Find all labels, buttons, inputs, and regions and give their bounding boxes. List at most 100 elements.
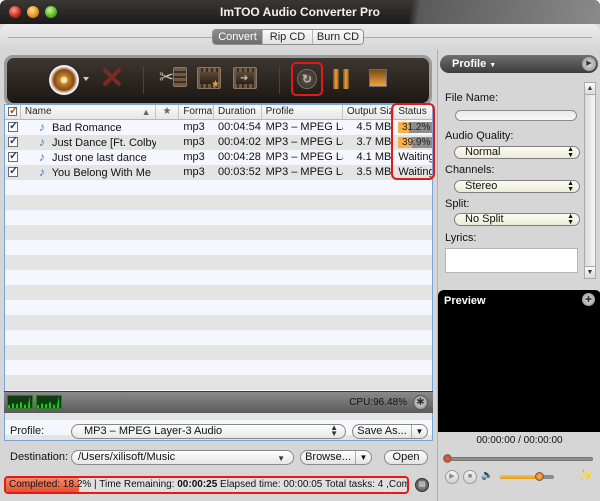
preview-header: Preview — [444, 295, 486, 307]
expand-preview-icon[interactable]: ✚ — [582, 293, 595, 306]
time-remaining: 00:00:25 — [177, 479, 218, 490]
volume-slider[interactable] — [500, 472, 554, 481]
tab-convert[interactable]: Convert — [213, 30, 263, 44]
app-window: ImTOO Audio Converter Pro Convert Rip CD… — [0, 0, 600, 501]
select-all-checkbox[interactable] — [5, 105, 21, 120]
completed-text: Completed: 18.2% — [9, 479, 92, 490]
table-row[interactable]: ♪ Just one last dance mp3 00:04:28 MP3 –… — [5, 150, 432, 165]
pause-button[interactable] — [333, 69, 349, 89]
column-header-output-size[interactable]: Output Size — [343, 105, 395, 120]
log-button[interactable]: ▤ — [415, 478, 429, 492]
column-header-status[interactable]: Status — [394, 105, 432, 120]
effects-button[interactable]: ★ — [197, 67, 221, 90]
log-icon: ▤ — [418, 481, 426, 488]
cpu-usage: CPU:96.48% — [349, 397, 407, 408]
table-row[interactable]: ♪ Bad Romance mp3 00:04:54 MP3 – MPEG La… — [5, 120, 432, 135]
lyrics-label: Lyrics: — [445, 232, 477, 244]
browse-dropdown-icon[interactable]: ▼ — [355, 451, 371, 464]
tools-icon[interactable]: ✱ — [413, 395, 428, 410]
status-progress: 39.9% — [398, 136, 432, 148]
sort-ascending-icon: ▲ — [141, 107, 151, 117]
profile-scrollbar[interactable]: ▲ ▼ — [584, 82, 596, 279]
save-as-button[interactable]: Save As... ▼ — [352, 424, 428, 439]
x-icon: ✕ — [99, 62, 125, 95]
preview-time: 00:00:00 / 00:00:00 — [476, 435, 563, 446]
add-file-button[interactable] — [49, 65, 79, 95]
add-file-dropdown-icon[interactable] — [83, 77, 89, 81]
refresh-convert-icon: ↻ — [297, 69, 317, 89]
pause-icon — [333, 69, 339, 89]
file-name-input[interactable] — [455, 110, 577, 121]
updown-arrows-icon: ▲ ▼ — [567, 180, 574, 193]
save-as-dropdown-icon[interactable]: ▼ — [411, 425, 427, 438]
remove-button[interactable]: ✕ — [99, 62, 125, 95]
side-panel: Profile ▼ ▶ File Name: Audio Quality: No… — [437, 50, 600, 501]
convert-button[interactable]: ↻ — [291, 62, 323, 96]
row-checkbox[interactable] — [8, 135, 18, 149]
updown-arrows-icon: ▲ ▼ — [567, 146, 574, 159]
profile-menu[interactable]: Profile ▼ — [452, 58, 496, 70]
table-header: Name▲ ★ Format Duration Profile Output S… — [5, 105, 432, 120]
split-label: Split: — [445, 198, 470, 210]
channels-label: Channels: — [445, 164, 495, 176]
table-row[interactable]: ♪ You Belong With Me mp3 00:03:52 MP3 – … — [5, 165, 432, 180]
clip-button[interactable]: ✂ — [159, 65, 189, 91]
column-header-format[interactable]: Format — [179, 105, 215, 120]
stop-button[interactable] — [369, 69, 387, 87]
window-title: ImTOO Audio Converter Pro — [219, 5, 381, 19]
tab-rip-cd[interactable]: Rip CD — [263, 30, 313, 44]
cpu-graph — [36, 395, 62, 409]
open-button[interactable]: Open — [384, 450, 428, 465]
split-select[interactable]: No Split ▲ ▼ — [454, 213, 580, 226]
merge-button[interactable]: ➜ — [233, 67, 257, 89]
toolbar: ✕ ✂ ★ ➜ ↻ — [4, 55, 432, 106]
seek-knob[interactable] — [443, 454, 452, 463]
audio-quality-label: Audio Quality: — [445, 130, 514, 142]
tab-burn-cd[interactable]: Burn CD — [313, 30, 363, 44]
play-button[interactable]: ▶ — [445, 470, 459, 484]
updown-arrows-icon: ▲ ▼ — [567, 213, 574, 226]
scroll-down-icon[interactable]: ▼ — [585, 266, 595, 278]
chevron-down-icon: ▼ — [489, 62, 497, 69]
play-arrow-icon[interactable]: ▶ — [582, 57, 596, 71]
table-row[interactable]: ♪ Just Dance [Ft. Colby ... mp3 00:04:02… — [5, 135, 432, 150]
scroll-up-icon[interactable]: ▲ — [585, 83, 595, 95]
music-note-icon: ♪ — [38, 150, 45, 164]
toolbar-divider — [279, 66, 280, 94]
volume-knob[interactable] — [534, 472, 544, 481]
stop-icon: ■ — [467, 473, 473, 480]
profile-label: Profile: — [10, 425, 45, 437]
stop-preview-button[interactable]: ■ — [463, 470, 477, 484]
toolbar-divider — [143, 66, 144, 94]
preview-panel: Preview ✚ — [438, 290, 600, 432]
destination-select[interactable]: /Users/xilisoft/Music ▼ — [71, 450, 294, 465]
seek-slider[interactable] — [443, 454, 593, 463]
row-checkbox[interactable] — [8, 120, 18, 134]
updown-arrows-icon: ▲ ▼ — [330, 423, 338, 438]
music-note-icon: ♪ — [38, 165, 45, 179]
film-icon — [173, 67, 187, 87]
snapshot-icon[interactable]: ✨ — [578, 468, 593, 482]
column-header-name[interactable]: Name ▲ — [21, 105, 156, 120]
column-header-profile[interactable]: Profile — [262, 105, 343, 120]
status-text: Waiting — [398, 151, 432, 163]
status-text: Waiting — [398, 166, 432, 178]
play-icon: ▶ — [449, 473, 455, 480]
profile-panel-header: Profile ▼ ▶ — [440, 55, 598, 73]
browse-button[interactable]: Browse... ▼ — [300, 450, 372, 465]
audio-quality-select[interactable]: Normal ▲ ▼ — [454, 146, 580, 159]
row-checkbox[interactable] — [8, 150, 18, 164]
status-progress: 31.2% — [398, 121, 432, 133]
destination-label: Destination: — [10, 451, 69, 463]
channels-select[interactable]: Stereo ▲ ▼ — [454, 180, 580, 193]
column-header-star[interactable]: ★ — [156, 105, 180, 120]
row-checkbox[interactable] — [8, 165, 18, 179]
column-header-duration[interactable]: Duration — [214, 105, 262, 120]
cpu-bar: CPU:96.48% ✱ — [4, 391, 433, 413]
mode-tabs: Convert Rip CD Burn CD — [212, 29, 364, 45]
mode-bar: Convert Rip CD Burn CD — [0, 24, 600, 50]
lyrics-textarea[interactable] — [445, 248, 578, 273]
music-note-icon: ♪ — [38, 120, 45, 134]
file-name-label: File Name: — [445, 92, 499, 104]
profile-select[interactable]: MP3 – MPEG Layer-3 Audio ▲ ▼ — [71, 424, 346, 439]
